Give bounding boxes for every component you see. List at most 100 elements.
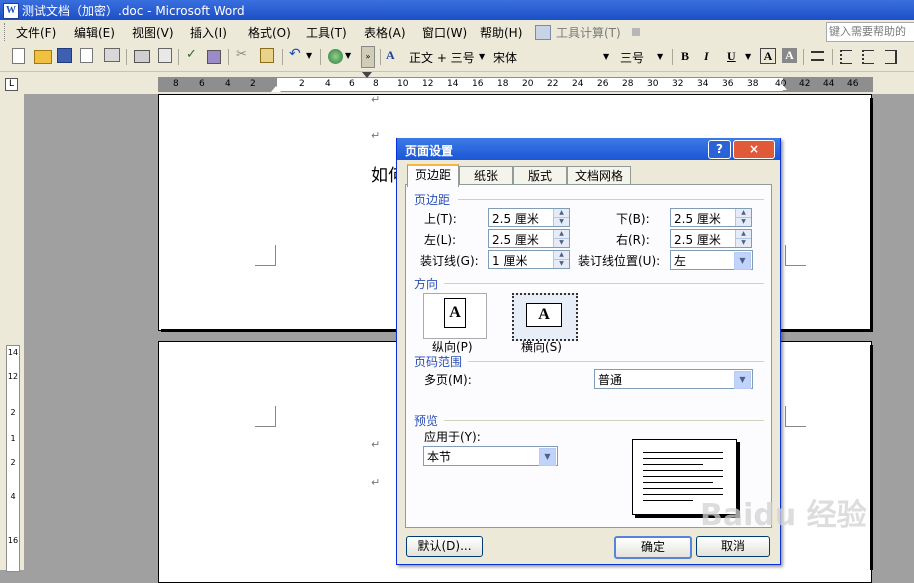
ruler-number: 46 [847, 79, 859, 89]
menu-help[interactable]: 帮助(H) [480, 24, 522, 41]
numbering-icon[interactable] [840, 50, 852, 64]
calculator-icon[interactable] [535, 25, 551, 40]
menu-insert[interactable]: 插入(I) [190, 24, 227, 41]
print-icon[interactable] [134, 50, 150, 63]
right-indent-marker[interactable] [777, 84, 787, 90]
spin-up-icon[interactable]: ▲ [736, 209, 751, 218]
vruler-number: 2 [10, 458, 16, 467]
underline-dropdown-icon[interactable]: ▼ [745, 52, 751, 61]
gutter-position-select[interactable]: 左 ▼ [670, 250, 753, 270]
open-folder-icon[interactable] [34, 50, 52, 64]
ruler-number: 34 [697, 79, 709, 89]
multiple-pages-select[interactable]: 普通 ▼ [594, 369, 753, 389]
apply-to-select[interactable]: 本节 ▼ [423, 446, 558, 466]
left-indent-marker[interactable] [271, 86, 281, 92]
size-dropdown-icon[interactable]: ▼ [657, 52, 663, 61]
spin-down-icon[interactable]: ▼ [554, 239, 569, 247]
ok-button[interactable]: 确定 [614, 536, 692, 559]
spin-down-icon[interactable]: ▼ [554, 260, 569, 268]
spin-down-icon[interactable]: ▼ [736, 239, 751, 247]
undo-icon[interactable]: ↶ [289, 46, 305, 62]
cancel-button[interactable]: 取消 [696, 536, 770, 557]
gutter-spinner[interactable]: 1 厘米 ▲ ▼ [488, 250, 570, 269]
close-icon[interactable]: × [733, 140, 775, 159]
landscape-option[interactable]: A [512, 293, 578, 341]
tab-layout[interactable]: 版式 [513, 166, 567, 185]
portrait-option[interactable]: A [423, 293, 487, 339]
cut-icon[interactable]: ✂ [236, 47, 252, 63]
menu-file[interactable]: 文件(F) [16, 24, 56, 41]
menu-window[interactable]: 窗口(W) [422, 24, 467, 41]
font-color-button[interactable]: A [760, 48, 776, 64]
tab-selector[interactable]: L [5, 78, 18, 91]
toolbar-options-chevron-icon[interactable]: » [361, 46, 375, 68]
dialog-title-bar[interactable]: 页面设置 ? × [397, 138, 780, 160]
toolbar-separator [282, 49, 283, 65]
preview-line [643, 458, 723, 459]
hyperlink-globe-icon[interactable] [328, 49, 343, 64]
spin-down-icon[interactable]: ▼ [736, 218, 751, 226]
top-margin-label: 上(T): [424, 212, 457, 226]
default-button[interactable]: 默认(D)... [406, 536, 483, 557]
tab-margins[interactable]: 页边距 [407, 164, 459, 187]
menu-tools-calc[interactable]: 工具计算(T) [556, 24, 621, 41]
italic-button[interactable]: I [704, 49, 709, 64]
top-margin-spinner[interactable]: 2.5 厘米 ▲ ▼ [488, 208, 570, 227]
left-margin-value: 2.5 厘米 [492, 233, 539, 247]
font-dropdown-icon[interactable]: ▼ [603, 52, 609, 61]
underline-button[interactable]: U [727, 49, 736, 64]
highlight-button[interactable]: A [782, 48, 797, 63]
paste-icon[interactable] [260, 48, 274, 63]
spelling-icon[interactable]: ✓ [186, 47, 202, 63]
chevron-down-icon[interactable]: ▼ [539, 448, 556, 466]
font-size-combo[interactable]: 三号 [620, 49, 644, 66]
save-icon[interactable] [57, 48, 72, 63]
left-margin-spinner[interactable]: 2.5 厘米 ▲ ▼ [488, 229, 570, 248]
menu-view[interactable]: 视图(V) [132, 24, 174, 41]
horizontal-ruler[interactable]: 8 6 4 2 2 4 6 8 10 12 14 16 18 20 22 24 … [158, 77, 873, 92]
research-icon[interactable] [207, 50, 221, 64]
word-app-icon: W [3, 3, 19, 19]
chevron-down-icon[interactable]: ▼ [734, 371, 751, 389]
paragraph-mark: ↵ [371, 93, 381, 106]
margin-corner [255, 406, 276, 427]
globe-dropdown-icon[interactable]: ▼ [345, 51, 353, 67]
preview-line [643, 464, 703, 465]
styles-pane-icon[interactable]: A [386, 48, 402, 64]
permission-icon[interactable] [80, 48, 93, 63]
right-margin-spinner[interactable]: 2.5 厘米 ▲ ▼ [670, 229, 752, 248]
spin-up-icon[interactable]: ▲ [554, 209, 569, 218]
new-document-icon[interactable] [12, 48, 25, 64]
spin-up-icon[interactable]: ▲ [554, 230, 569, 239]
bold-button[interactable]: B [681, 49, 689, 64]
print-preview-icon[interactable] [104, 48, 120, 62]
spin-up-icon[interactable]: ▲ [554, 251, 569, 260]
window-title: 测试文档（加密）.doc - Microsoft Word [22, 4, 245, 18]
spin-up-icon[interactable]: ▲ [736, 230, 751, 239]
align-justify-icon[interactable] [811, 51, 824, 61]
tab-document-grid[interactable]: 文档网格 [567, 166, 631, 185]
first-line-indent-marker[interactable] [362, 72, 372, 78]
preview-line [643, 488, 723, 489]
print-preview2-icon[interactable] [158, 48, 172, 63]
font-combo[interactable]: 宋体 [493, 49, 517, 66]
style-dropdown-icon[interactable]: ▼ [479, 52, 485, 61]
bottom-margin-spinner[interactable]: 2.5 厘米 ▲ ▼ [670, 208, 752, 227]
menu-table[interactable]: 表格(A) [364, 24, 406, 41]
undo-dropdown-icon[interactable]: ▼ [306, 51, 314, 67]
tab-paper[interactable]: 纸张 [459, 166, 513, 185]
chevron-down-icon[interactable]: ▼ [734, 252, 751, 270]
ruler-number: 2 [299, 79, 305, 89]
menu-format[interactable]: 格式(O) [248, 24, 291, 41]
vertical-ruler[interactable]: 14 12 2 1 2 4 16 [6, 345, 20, 572]
bullets-icon[interactable] [862, 50, 874, 64]
help-icon[interactable]: ? [708, 140, 731, 159]
decrease-indent-icon[interactable] [885, 50, 897, 64]
spin-down-icon[interactable]: ▼ [554, 218, 569, 226]
menu-edit[interactable]: 编辑(E) [74, 24, 115, 41]
menubar-grip[interactable] [4, 23, 8, 41]
style-combo[interactable]: 正文 + 三号 [409, 49, 475, 66]
menu-tools[interactable]: 工具(T) [306, 24, 347, 41]
help-search-box[interactable]: 键入需要帮助的 [826, 22, 914, 42]
toolbar-option-icon[interactable] [632, 28, 640, 36]
